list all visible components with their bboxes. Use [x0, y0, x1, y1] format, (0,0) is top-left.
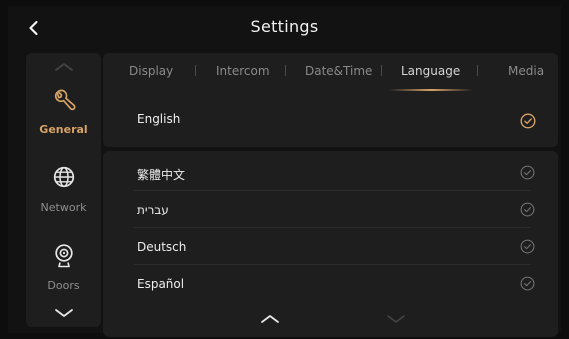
chevron-down-icon: [387, 315, 405, 323]
page-up-button[interactable]: [259, 312, 281, 326]
language-label: English: [137, 112, 181, 126]
header: Settings: [8, 6, 561, 50]
sidebar-item-network[interactable]: Network: [26, 165, 101, 237]
sidebar-item-label: General: [39, 123, 88, 136]
check-circle-icon: [520, 165, 535, 180]
sidebar-scroll-up[interactable]: [26, 57, 101, 77]
tab-date-time[interactable]: Date&Time: [305, 64, 372, 78]
wrench-icon: [54, 89, 76, 111]
list-item[interactable]: Español: [134, 265, 535, 302]
sidebar-item-label: Network: [40, 201, 87, 214]
chevron-up-icon: [54, 63, 73, 71]
current-language-row[interactable]: English: [103, 91, 558, 147]
tab-divider: [195, 65, 196, 76]
language-label: Deutsch: [137, 240, 187, 254]
page-down-button[interactable]: [385, 312, 407, 326]
list-item[interactable]: 繁體中文: [134, 154, 535, 191]
list-item[interactable]: עברית: [134, 191, 535, 228]
list-item[interactable]: Deutsch: [134, 228, 535, 265]
globe-icon: [53, 166, 74, 188]
tab-bar: Display Intercom Date&Time Language Medi…: [103, 53, 558, 91]
page-title: Settings: [250, 17, 319, 36]
doorbell-camera-icon: [54, 244, 73, 268]
language-label: Español: [137, 277, 185, 291]
tab-divider: [477, 65, 478, 76]
tab-divider: [381, 65, 382, 76]
language-label: עברית: [137, 203, 169, 217]
settings-screen: Settings General Network Doors Display I…: [8, 6, 561, 337]
sidebar-item-general[interactable]: General: [26, 87, 101, 159]
check-circle-icon: [520, 276, 535, 291]
check-circle-icon: [520, 239, 535, 254]
check-circle-icon: [520, 202, 535, 217]
tab-display[interactable]: Display: [129, 64, 173, 78]
tab-intercom[interactable]: Intercom: [216, 64, 270, 78]
chevron-up-icon: [261, 315, 279, 323]
language-list: 繁體中文 עברית Deutsch Español: [103, 151, 558, 337]
chevron-down-icon: [54, 309, 73, 317]
check-circle-icon: [520, 113, 536, 129]
tab-language[interactable]: Language: [401, 64, 460, 78]
sidebar: General Network Doors: [26, 53, 101, 327]
tab-media[interactable]: Media: [508, 64, 544, 78]
tab-divider: [285, 65, 286, 76]
sidebar-item-label: Doors: [47, 279, 80, 292]
sidebar-scroll-down[interactable]: [26, 303, 101, 323]
language-label: 繁體中文: [137, 168, 186, 182]
